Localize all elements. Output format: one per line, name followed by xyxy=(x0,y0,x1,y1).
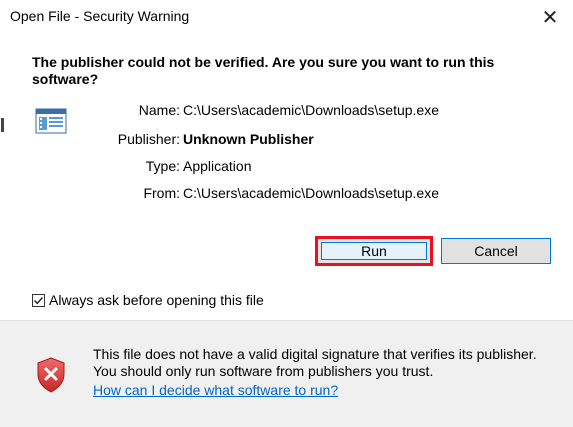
field-label-name: Name: xyxy=(138,102,180,118)
always-ask-option[interactable]: Always ask before opening this file xyxy=(32,291,264,309)
field-value-publisher: Unknown Publisher xyxy=(183,131,314,147)
always-ask-checkbox[interactable] xyxy=(32,293,45,307)
main-panel: The publisher could not be verified. Are… xyxy=(0,34,573,320)
close-icon: ✕ xyxy=(541,6,559,29)
field-row-type: Type: Application xyxy=(0,158,573,176)
help-link[interactable]: How can I decide what software to run? xyxy=(93,382,338,398)
edge-mark xyxy=(1,118,4,132)
field-label-type: Type: xyxy=(145,158,180,174)
field-label-from: From: xyxy=(143,185,180,201)
field-value-name: C:\Users\academic\Downloads\setup.exe xyxy=(183,102,440,118)
warning-footer: This file does not have a valid digital … xyxy=(0,321,573,427)
field-label-publisher: Publisher: xyxy=(117,131,180,147)
run-button-face: Run xyxy=(321,242,427,260)
run-button-label: Run xyxy=(361,243,387,259)
field-row-publisher: Publisher: Unknown Publisher xyxy=(0,131,573,149)
close-button[interactable]: ✕ xyxy=(527,0,573,34)
headline: The publisher could not be verified. Are… xyxy=(32,54,495,87)
field-row-from: From: C:\Users\academic\Downloads\setup.… xyxy=(0,185,573,203)
always-ask-label: Always ask before opening this file xyxy=(49,292,264,308)
cancel-button-label: Cancel xyxy=(474,243,518,259)
field-value-from: C:\Users\academic\Downloads\setup.exe xyxy=(183,185,440,201)
field-value-type: Application xyxy=(183,158,252,174)
window-title: Open File - Security Warning xyxy=(10,8,190,24)
title-bar: Open File - Security Warning ✕ xyxy=(0,0,573,34)
shield-error-icon xyxy=(37,357,65,393)
run-button[interactable]: Run xyxy=(315,236,433,266)
checkmark-icon xyxy=(34,296,44,304)
field-row-name: Name: C:\Users\academic\Downloads\setup.… xyxy=(0,102,573,120)
security-warning-dialog: Open File - Security Warning ✕ The publi… xyxy=(0,0,573,427)
signature-warning-text: This file does not have a valid digital … xyxy=(93,346,537,379)
cancel-button[interactable]: Cancel xyxy=(441,238,551,264)
